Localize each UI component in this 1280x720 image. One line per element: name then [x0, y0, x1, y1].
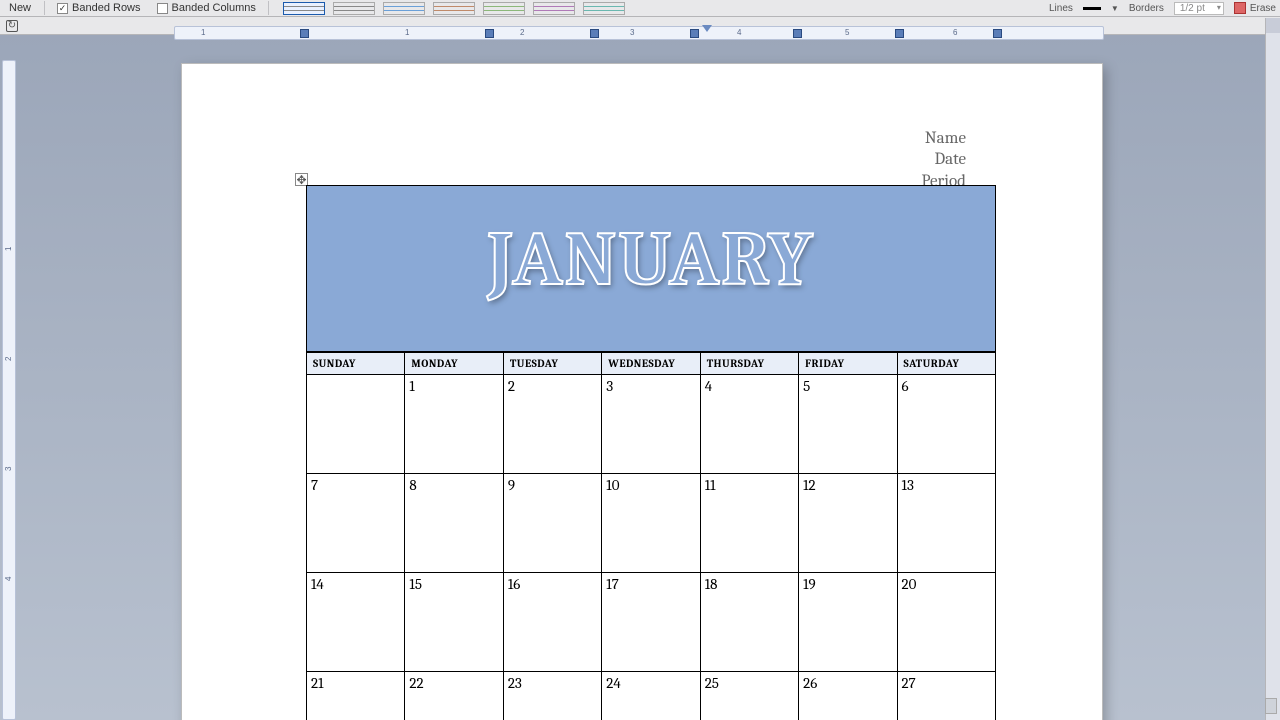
ruler-mark: 4: [737, 28, 741, 37]
day-header: TUESDAY: [503, 352, 601, 375]
day-cell[interactable]: 15: [405, 572, 503, 671]
day-cell[interactable]: 13: [897, 473, 995, 572]
ruler-mark: 4: [4, 577, 13, 581]
date-label: Date: [921, 149, 966, 170]
day-cell[interactable]: 4: [700, 374, 798, 473]
horizontal-ruler[interactable]: 1 1 2 3 4 5 6: [174, 26, 1104, 40]
table-style-gallery[interactable]: [283, 2, 625, 15]
banded-columns-checkbox[interactable]: Banded Columns: [153, 2, 260, 14]
day-cell[interactable]: 18: [700, 572, 798, 671]
day-cell[interactable]: 23: [503, 671, 601, 720]
document-viewport[interactable]: Name Date Period ✥ JANUARY SUNDAY MONDAY…: [24, 44, 1262, 720]
day-header: MONDAY: [405, 352, 503, 375]
day-header: SUNDAY: [307, 352, 405, 375]
day-cell[interactable]: 17: [602, 572, 700, 671]
day-cell[interactable]: 8: [405, 473, 503, 572]
pen-dropdown-icon[interactable]: ▼: [1111, 4, 1119, 13]
day-cell[interactable]: 12: [799, 473, 897, 572]
indent-marker-icon[interactable]: [702, 25, 712, 32]
day-header-row: SUNDAY MONDAY TUESDAY WEDNESDAY THURSDAY…: [307, 352, 996, 375]
ruler-mark: 1: [201, 28, 205, 37]
day-cell[interactable]: 19: [799, 572, 897, 671]
day-header: THURSDAY: [700, 352, 798, 375]
day-header: WEDNESDAY: [602, 352, 700, 375]
separator: [44, 1, 45, 15]
repeat-icon[interactable]: ↻: [6, 20, 18, 32]
ruler-mark: 2: [4, 357, 13, 361]
banded-rows-checkbox[interactable]: ✓ Banded Rows: [53, 2, 145, 14]
pen-weight-dropdown[interactable]: 1/2 pt: [1174, 2, 1224, 15]
table-style-swatch[interactable]: [483, 2, 525, 15]
ruler-tab-icon[interactable]: [690, 29, 699, 38]
ruler-tab-icon[interactable]: [300, 29, 309, 38]
week-row: 21 22 23 24 25 26 27: [307, 671, 996, 720]
erase-label: Erase: [1250, 3, 1276, 14]
new-button[interactable]: New: [4, 2, 36, 14]
vertical-ruler[interactable]: 1 2 3 4: [2, 60, 16, 720]
day-cell[interactable]: 1: [405, 374, 503, 473]
month-title: JANUARY: [487, 216, 814, 303]
calendar-table[interactable]: JANUARY SUNDAY MONDAY TUESDAY WEDNESDAY …: [306, 185, 996, 720]
day-cell[interactable]: 22: [405, 671, 503, 720]
ruler-mark: 1: [4, 247, 13, 251]
ribbon-tabletools: New ✓ Banded Rows Banded Columns Lines ▼…: [0, 0, 1280, 17]
day-cell[interactable]: 27: [897, 671, 995, 720]
checkbox-icon: ✓: [57, 3, 68, 14]
ruler-mark: 5: [845, 28, 849, 37]
day-cell[interactable]: 26: [799, 671, 897, 720]
ruler-tab-icon[interactable]: [590, 29, 599, 38]
day-cell[interactable]: 10: [602, 473, 700, 572]
table-style-swatch[interactable]: [583, 2, 625, 15]
ruler-mark: 3: [630, 28, 634, 37]
banded-columns-label: Banded Columns: [172, 2, 256, 14]
page[interactable]: Name Date Period ✥ JANUARY SUNDAY MONDAY…: [182, 64, 1102, 720]
ruler-tab-icon[interactable]: [993, 29, 1002, 38]
day-cell[interactable]: 7: [307, 473, 405, 572]
table-style-swatch[interactable]: [283, 2, 325, 15]
view-split-icon[interactable]: [1265, 698, 1277, 714]
week-row: 7 8 9 10 11 12 13: [307, 473, 996, 572]
day-cell[interactable]: 11: [700, 473, 798, 572]
day-cell[interactable]: [307, 374, 405, 473]
day-cell[interactable]: 24: [602, 671, 700, 720]
erase-button[interactable]: Erase: [1234, 2, 1276, 14]
day-cell[interactable]: 5: [799, 374, 897, 473]
ruler-mark: 6: [953, 28, 957, 37]
header-fields[interactable]: Name Date Period: [921, 128, 966, 192]
ruler-mark: 1: [405, 28, 409, 37]
table-style-swatch[interactable]: [383, 2, 425, 15]
separator: [268, 1, 269, 15]
vertical-scrollbar[interactable]: [1265, 18, 1280, 720]
borders-label: Borders: [1129, 3, 1164, 14]
eraser-icon: [1234, 2, 1246, 14]
day-cell[interactable]: 9: [503, 473, 601, 572]
day-cell[interactable]: 14: [307, 572, 405, 671]
week-row: 1 2 3 4 5 6: [307, 374, 996, 473]
name-label: Name: [921, 128, 966, 149]
day-cell[interactable]: 21: [307, 671, 405, 720]
day-cell[interactable]: 2: [503, 374, 601, 473]
checkbox-icon: [157, 3, 168, 14]
table-style-swatch[interactable]: [433, 2, 475, 15]
day-cell[interactable]: 3: [602, 374, 700, 473]
ruler-tab-icon[interactable]: [895, 29, 904, 38]
day-cell[interactable]: 25: [700, 671, 798, 720]
lines-label: Lines: [1049, 3, 1073, 14]
table-style-swatch[interactable]: [333, 2, 375, 15]
ruler-tab-icon[interactable]: [485, 29, 494, 38]
day-header: FRIDAY: [799, 352, 897, 375]
pen-style-swatch[interactable]: [1083, 7, 1101, 10]
ruler-mark: 3: [4, 467, 13, 471]
day-cell[interactable]: 20: [897, 572, 995, 671]
day-cell[interactable]: 6: [897, 374, 995, 473]
ruler-mark: 2: [520, 28, 524, 37]
day-cell[interactable]: 16: [503, 572, 601, 671]
month-header-cell[interactable]: JANUARY: [307, 186, 996, 352]
week-row: 14 15 16 17 18 19 20: [307, 572, 996, 671]
banded-rows-label: Banded Rows: [72, 2, 141, 14]
table-style-swatch[interactable]: [533, 2, 575, 15]
day-header: SATURDAY: [897, 352, 995, 375]
ruler-tab-icon[interactable]: [793, 29, 802, 38]
